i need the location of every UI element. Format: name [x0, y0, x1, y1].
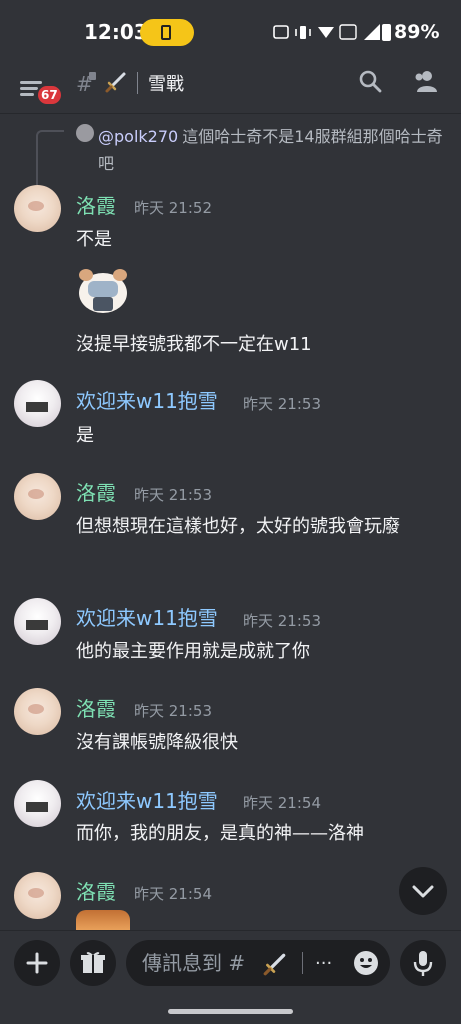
voice-message-button[interactable] [400, 940, 446, 986]
message-author[interactable]: 洛霞 [76, 879, 116, 905]
header-divider [137, 72, 138, 94]
menu-button[interactable]: 67 [20, 70, 63, 106]
message-author[interactable]: 洛霞 [76, 696, 116, 722]
battery-saver-pill [140, 19, 194, 46]
home-indicator[interactable] [168, 1009, 293, 1014]
message-author[interactable]: 洛霞 [76, 480, 116, 506]
input-divider [302, 952, 303, 974]
reply-connector [36, 130, 64, 185]
battery-icon [382, 24, 391, 41]
message-timestamp: 昨天 21:54 [134, 885, 212, 903]
status-clock: 12:03 [84, 20, 148, 44]
message-text: 是 [76, 425, 94, 446]
notification-badge: 67 [36, 84, 63, 106]
add-attachment-button[interactable] [14, 940, 60, 986]
message-timestamp: 昨天 21:53 [134, 702, 212, 720]
message-timestamp: 昨天 21:54 [243, 794, 321, 812]
search-icon[interactable] [357, 68, 383, 94]
status-icons [272, 22, 382, 44]
message-timestamp: 昨天 21:52 [134, 199, 212, 217]
sword-icon [105, 72, 126, 93]
sticker-image[interactable] [76, 910, 130, 930]
reply-preview[interactable]: @polk270 這個哈士奇不是14服群組那個哈士奇吧 [98, 123, 448, 177]
status-bar: 12:03 89% [0, 0, 461, 64]
members-icon[interactable] [412, 68, 440, 94]
message-timestamp: 昨天 21:53 [243, 612, 321, 630]
message-text: 沒有課帳號降級很快 [76, 732, 238, 753]
message-text: 沒提早接號我都不一定在w11 [76, 334, 312, 355]
sticker-image[interactable] [76, 265, 130, 315]
signal-wifi-icons [273, 24, 380, 40]
message-author[interactable]: 欢迎来w11抱雪 [76, 788, 218, 814]
message-timestamp: 昨天 21:53 [243, 395, 321, 413]
menu-icon [20, 81, 42, 84]
input-ellipsis: ... [315, 948, 333, 969]
chevron-down-icon [412, 885, 434, 898]
avatar[interactable] [14, 598, 61, 645]
avatar[interactable] [14, 185, 61, 232]
message-input[interactable] [126, 940, 390, 986]
message-text: 而你，我的朋友，是真的神——洛神 [76, 823, 364, 844]
message-composer: ... [0, 930, 461, 1024]
channel-header: 67 # 雪戰 [0, 64, 461, 114]
lock-icon [89, 72, 96, 80]
avatar[interactable] [14, 380, 61, 427]
message-text: 但想想現在這樣也好，太好的號我會玩廢 [76, 516, 400, 537]
message-author[interactable]: 洛霞 [76, 193, 116, 219]
avatar[interactable] [14, 780, 61, 827]
message-author[interactable]: 欢迎来w11抱雪 [76, 388, 218, 414]
message-timestamp: 昨天 21:53 [134, 486, 212, 504]
emoji-icon[interactable] [353, 950, 379, 976]
message-list[interactable]: @polk270 這個哈士奇不是14服群組那個哈士奇吧 洛霞 昨天 21:52 不… [0, 115, 461, 930]
avatar[interactable] [14, 872, 61, 919]
message-text: 他的最主要作用就是成就了你 [76, 641, 310, 662]
gift-icon [81, 952, 105, 973]
message-author[interactable]: 欢迎来w11抱雪 [76, 605, 218, 631]
reply-avatar [76, 124, 94, 142]
mic-icon [413, 951, 433, 976]
plus-icon [26, 952, 48, 974]
battery-percent: 89% [394, 21, 440, 43]
message-text: 不是 [76, 229, 112, 250]
avatar[interactable] [14, 688, 61, 735]
sword-icon [263, 953, 286, 976]
reply-mention[interactable]: @polk270 [98, 127, 178, 146]
avatar[interactable] [14, 473, 61, 520]
gift-button[interactable] [70, 940, 116, 986]
jump-to-bottom-button[interactable] [399, 867, 447, 915]
channel-name[interactable]: 雪戰 [148, 70, 184, 96]
